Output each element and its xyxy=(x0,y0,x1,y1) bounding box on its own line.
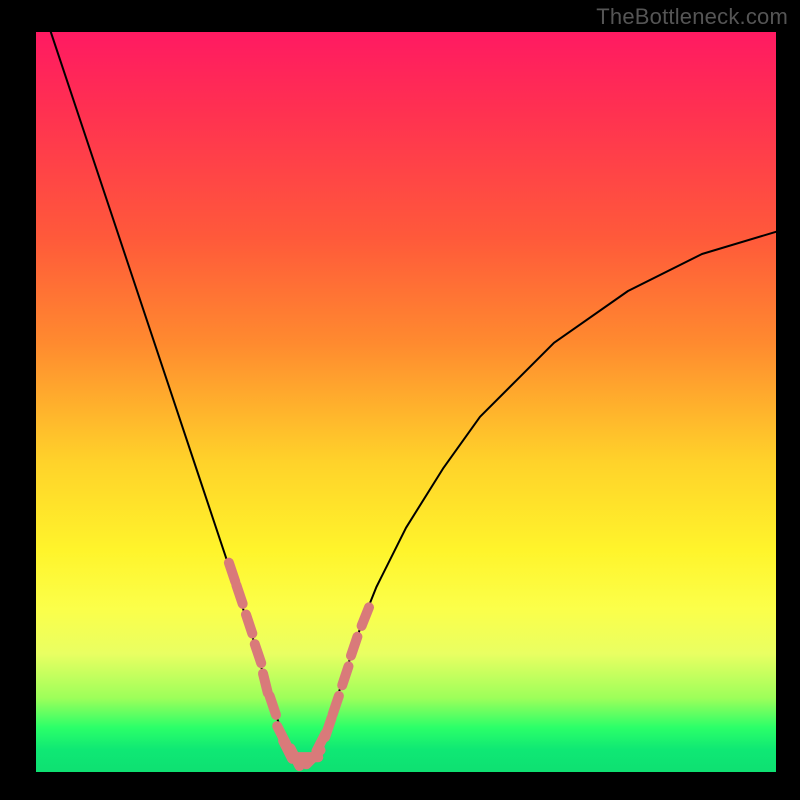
bottleneck-curve xyxy=(51,32,776,757)
watermark-text: TheBottleneck.com xyxy=(596,4,788,30)
highlight-dash xyxy=(333,696,339,715)
highlight-dash xyxy=(325,718,331,737)
curve-svg xyxy=(36,32,776,772)
highlight-dash xyxy=(229,563,235,582)
highlight-dash xyxy=(270,696,276,715)
highlight-dash xyxy=(263,674,268,693)
highlight-dash xyxy=(236,585,242,604)
highlight-dash xyxy=(351,637,357,656)
highlight-dash xyxy=(255,644,261,663)
highlight-dash xyxy=(362,607,369,626)
plot-area xyxy=(36,32,776,772)
chart-frame: TheBottleneck.com xyxy=(0,0,800,800)
highlight-markers xyxy=(229,563,369,766)
highlight-dash xyxy=(342,666,348,685)
highlight-dash xyxy=(246,615,252,634)
